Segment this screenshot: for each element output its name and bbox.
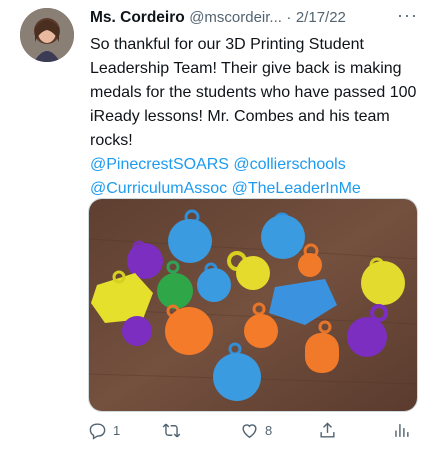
mention-link[interactable]: @TheLeaderInMe <box>232 180 361 197</box>
reply-icon <box>89 422 106 440</box>
share-icon <box>320 421 335 438</box>
tweet-actions: 1 8 <box>88 418 418 442</box>
reply-count: 1 <box>113 422 121 438</box>
more-options-icon[interactable]: ··· <box>397 5 418 26</box>
author-name[interactable]: Ms. Cordeiro <box>90 9 185 26</box>
separator-dot: · <box>286 9 292 26</box>
medals-photo <box>89 199 417 411</box>
mention-link[interactable]: @PinecrestSOARS <box>90 156 229 173</box>
like-button[interactable]: 8 <box>240 418 272 442</box>
mention-link[interactable]: @CurriculumAssoc <box>90 180 227 197</box>
tweet-date[interactable]: 2/17/22 <box>296 9 346 26</box>
like-count: 8 <box>265 422 273 438</box>
heart-icon <box>242 423 257 438</box>
tweet-body: So thankful for our 3D Printing Student … <box>90 36 417 149</box>
retweet-button[interactable] <box>162 418 187 442</box>
reply-button[interactable]: 1 <box>88 418 120 442</box>
mention-link[interactable]: @collierschools <box>233 156 345 173</box>
retweet-icon <box>162 423 181 437</box>
profile-photo <box>20 8 74 62</box>
tweet-text: So thankful for our 3D Printing Student … <box>90 33 420 201</box>
tweet-image[interactable] <box>88 198 418 412</box>
author-handle[interactable]: @mscordeir... <box>189 9 282 26</box>
tweet-header: Ms. Cordeiro @mscordeir... · 2/17/22 ··· <box>90 5 420 31</box>
avatar[interactable] <box>20 8 74 62</box>
analytics-icon <box>395 423 409 437</box>
analytics-button[interactable] <box>392 418 411 442</box>
share-button[interactable] <box>318 418 337 442</box>
